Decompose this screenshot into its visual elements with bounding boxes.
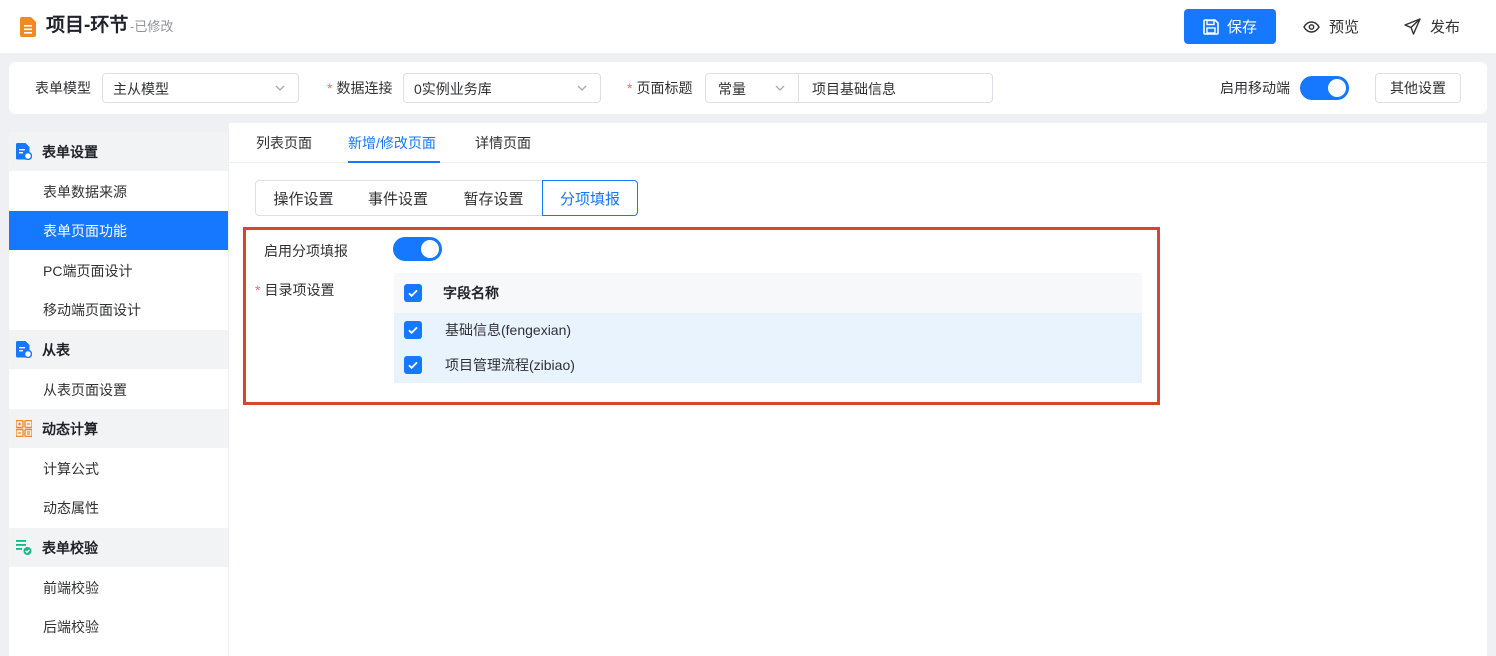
main-panel: 列表页面 新增/修改页面 详情页面 操作设置 事件设置 暂存设置 分项填报 启用…: [229, 123, 1487, 656]
form-model-value: 主从模型: [113, 81, 169, 97]
page-title: 项目-环节: [46, 15, 129, 36]
mobile-label: 启用移动端: [1220, 80, 1290, 96]
check-icon: [408, 289, 418, 298]
column-header-field-name: 字段名称: [443, 285, 499, 301]
tab-add-edit-page[interactable]: 新增/修改页面: [348, 134, 436, 152]
config-bar: 表单模型 主从模型 * 数据连接 0实例业务库 * 页面标题 常量 项目基础信息 启…: [9, 62, 1487, 114]
required-mark: *: [327, 80, 333, 96]
chevron-down-icon: [577, 85, 587, 91]
save-label: 保存: [1226, 19, 1257, 36]
eye-icon: [1303, 20, 1320, 33]
field-name-cell: 基础信息(fengexian): [445, 322, 572, 338]
sidebar-item-label: 前端校验: [43, 580, 99, 596]
sidebar-group-subtable: 从表: [9, 330, 228, 369]
sidebar-item-label: PC端页面设计: [43, 263, 133, 279]
sidebar-item-label: 从表页面设置: [43, 382, 127, 398]
save-button[interactable]: 保存: [1184, 9, 1276, 44]
publish-button[interactable]: 发布: [1404, 9, 1460, 44]
sidebar: 表单设置 表单数据来源 表单页面功能 PC端页面设计 移动端页面设计 从表 从表…: [9, 132, 228, 656]
select-all-checkbox[interactable]: [404, 284, 422, 302]
subtable-icon: [16, 341, 32, 358]
table-row[interactable]: 项目管理流程(zibiao): [394, 348, 1142, 383]
sidebar-item-dynamic-props[interactable]: 动态属性: [9, 488, 228, 527]
table-header: 字段名称: [394, 273, 1142, 313]
title-mode-select[interactable]: 常量: [706, 74, 799, 102]
subtab-itemized-fill[interactable]: 分项填报: [542, 180, 638, 216]
subtab-operation-settings[interactable]: 操作设置: [255, 180, 352, 216]
tab-detail-page[interactable]: 详情页面: [475, 134, 531, 152]
sidebar-item-label: 移动端页面设计: [43, 302, 141, 318]
toggle-knob: [1328, 79, 1346, 97]
field-name-cell: 项目管理流程(zibiao): [445, 357, 575, 373]
form-settings-icon: [16, 143, 32, 160]
sidebar-item-formula[interactable]: 计算公式: [9, 449, 228, 488]
validation-icon: [16, 540, 32, 555]
data-conn-value: 0实例业务库: [414, 81, 492, 97]
required-mark: *: [255, 282, 261, 298]
data-conn-select[interactable]: 0实例业务库: [403, 73, 601, 103]
catalog-label-wrap: * 目录项设置: [255, 281, 334, 299]
sidebar-item-subtable-page-settings[interactable]: 从表页面设置: [9, 370, 228, 409]
sidebar-item-label: 表单数据来源: [43, 184, 127, 200]
toggle-knob: [421, 240, 439, 258]
chevron-down-icon: [275, 85, 285, 91]
preview-label: 预览: [1329, 19, 1360, 36]
form-model-select[interactable]: 主从模型: [102, 73, 299, 103]
sidebar-item-form-data-source[interactable]: 表单数据来源: [9, 172, 228, 211]
page-title-label: 页面标题: [636, 80, 693, 96]
enable-itemized-label: 启用分项填报: [264, 243, 348, 259]
page-tabs: 列表页面 新增/修改页面 详情页面: [229, 123, 1487, 163]
top-header: 项目-环节 -已修改 保存 预览 发布: [0, 0, 1496, 53]
preview-button[interactable]: 预览: [1303, 9, 1359, 44]
form-model-label: 表单模型: [35, 80, 91, 96]
other-settings-button[interactable]: 其他设置: [1375, 73, 1461, 103]
check-icon: [408, 326, 418, 335]
sidebar-group-label: 动态计算: [42, 421, 98, 437]
publish-label: 发布: [1430, 19, 1461, 36]
subtab-draft-settings[interactable]: 暂存设置: [445, 180, 543, 216]
catalog-table: 字段名称 基础信息(fengexian) 项目管理流程(zibiao): [394, 273, 1142, 383]
sidebar-item-form-page-function[interactable]: 表单页面功能: [9, 211, 228, 250]
sidebar-group-label: 表单设置: [42, 144, 98, 160]
data-conn-label: 数据连接: [336, 80, 393, 96]
modified-status: -已修改: [130, 19, 174, 34]
page-title-field: 常量 项目基础信息: [705, 73, 993, 103]
row-checkbox[interactable]: [404, 321, 422, 339]
required-mark: *: [627, 80, 633, 96]
data-conn-label-wrap: * 数据连接: [327, 79, 392, 97]
sidebar-item-label: 表单页面功能: [43, 223, 127, 239]
sidebar-group-label: 从表: [42, 342, 70, 358]
chevron-down-icon: [775, 85, 785, 91]
title-mode-value: 常量: [718, 81, 746, 97]
row-checkbox[interactable]: [404, 356, 422, 374]
sidebar-group-label: 表单校验: [42, 540, 98, 556]
sidebar-group-form-validation: 表单校验: [9, 528, 228, 567]
check-icon: [408, 361, 418, 370]
tab-list-page[interactable]: 列表页面: [256, 134, 312, 152]
sidebar-item-pc-page-design[interactable]: PC端页面设计: [9, 251, 228, 290]
sidebar-item-label: 动态属性: [43, 500, 99, 516]
calculator-icon: [16, 420, 32, 437]
mobile-toggle[interactable]: [1300, 76, 1349, 100]
sidebar-item-label: 后端校验: [43, 619, 99, 635]
document-icon: [20, 17, 36, 37]
save-icon: [1203, 18, 1219, 35]
table-row[interactable]: 基础信息(fengexian): [394, 313, 1142, 348]
page-title-label-wrap: * 页面标题: [627, 79, 692, 97]
page-title-input[interactable]: 项目基础信息: [812, 80, 896, 98]
sidebar-item-backend-validation[interactable]: 后端校验: [9, 607, 228, 646]
enable-itemized-toggle[interactable]: [393, 237, 442, 261]
sidebar-group-form-settings: 表单设置: [9, 132, 228, 171]
sidebar-item-mobile-page-design[interactable]: 移动端页面设计: [9, 290, 228, 329]
send-icon: [1404, 18, 1421, 35]
subtab-event-settings[interactable]: 事件设置: [351, 180, 446, 216]
sidebar-item-label: 计算公式: [43, 461, 99, 477]
catalog-label: 目录项设置: [264, 282, 335, 298]
active-tab-indicator: [348, 161, 440, 163]
sidebar-item-frontend-validation[interactable]: 前端校验: [9, 568, 228, 607]
sidebar-group-dynamic-calc: 动态计算: [9, 409, 228, 448]
